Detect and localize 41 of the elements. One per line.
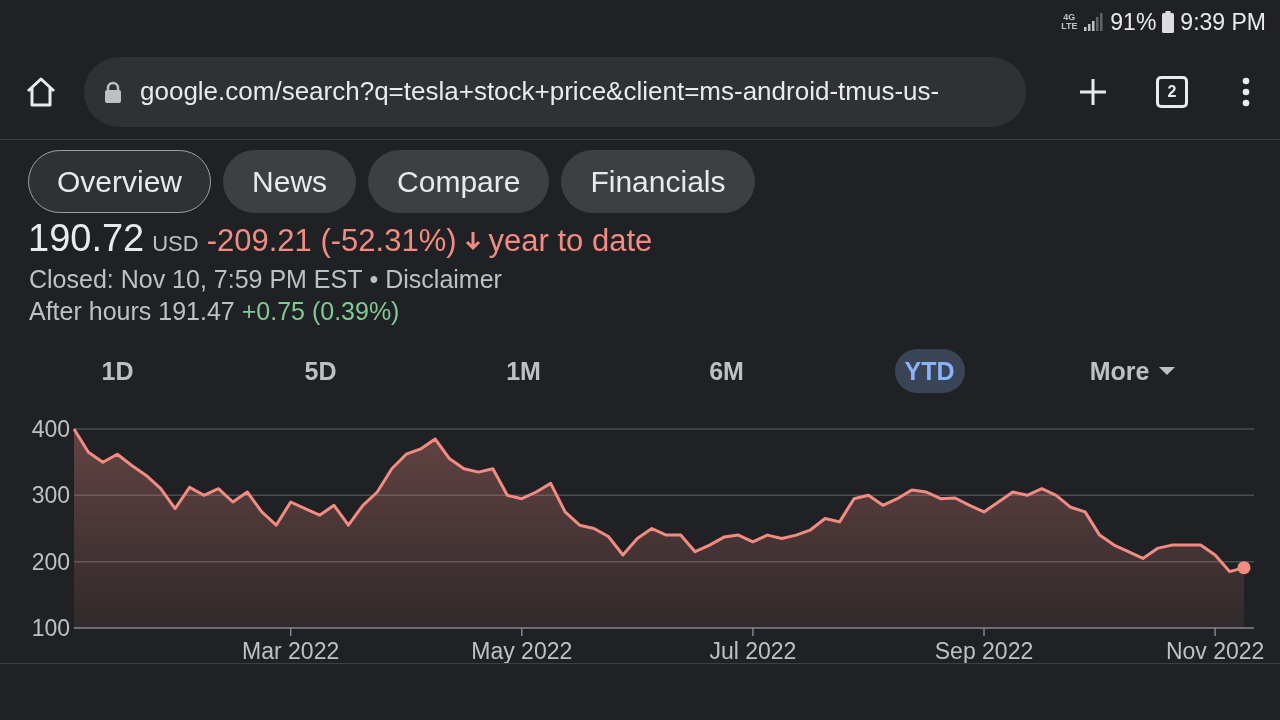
home-icon[interactable]	[24, 75, 58, 108]
clock-time: 9:39 PM	[1180, 8, 1266, 36]
separator-dot: •	[369, 264, 379, 294]
caret-icon	[1159, 367, 1176, 375]
y-axis-label: 200	[31, 548, 70, 575]
range-tab[interactable]: 1M	[496, 349, 551, 393]
battery-percent: 91%	[1110, 8, 1157, 36]
address-bar[interactable]: google.com/search?q=tesla+stock+price&client=ms-android-tmus-us-	[84, 56, 1026, 127]
y-axis-label: 300	[31, 482, 70, 509]
last-price-dot	[1237, 561, 1251, 575]
tab[interactable]: Financials	[561, 150, 755, 213]
tab[interactable]: Overview	[28, 150, 212, 213]
closed-time: Closed: Nov 10, 7:59 PM EST	[29, 264, 363, 294]
y-axis-label: 400	[31, 416, 70, 442]
disclaimer-link[interactable]: Disclaimer	[385, 264, 502, 294]
more-dropdown[interactable]: More	[1079, 349, 1186, 393]
range-tab[interactable]: 5D	[294, 349, 347, 393]
new-tab-icon[interactable]	[1078, 76, 1108, 107]
signal-icon	[1084, 13, 1105, 31]
x-axis-label: May 2022	[471, 638, 573, 663]
range-tab[interactable]: YTD	[894, 349, 965, 393]
tab[interactable]: Compare	[368, 150, 550, 213]
menu-icon[interactable]	[1242, 76, 1250, 107]
x-axis-label: Mar 2022	[242, 638, 340, 663]
after-hours-price: After hours 191.47	[29, 296, 235, 326]
network-type-label: 4G LTE	[1060, 13, 1079, 31]
currency-label: USD	[152, 231, 199, 257]
stock-price: 190.72	[28, 217, 145, 260]
after-hours-change: +0.75 (0.39%)	[241, 296, 400, 326]
price-change: -209.21 (-52.31%)	[206, 223, 457, 259]
lock-icon	[104, 80, 122, 103]
range-tab[interactable]: 6M	[699, 349, 754, 393]
period-label: year to date	[488, 223, 653, 259]
x-axis-label: Jul 2022	[709, 638, 797, 663]
battery-icon	[1162, 11, 1175, 33]
x-axis-label: Nov 2022	[1165, 638, 1265, 663]
tab-count-button[interactable]: 2	[1156, 75, 1188, 108]
x-axis-label: Sep 2022	[934, 638, 1034, 663]
range-tab[interactable]: 1D	[91, 349, 144, 393]
y-axis-label: 100	[31, 615, 70, 641]
tab[interactable]: News	[223, 150, 357, 213]
